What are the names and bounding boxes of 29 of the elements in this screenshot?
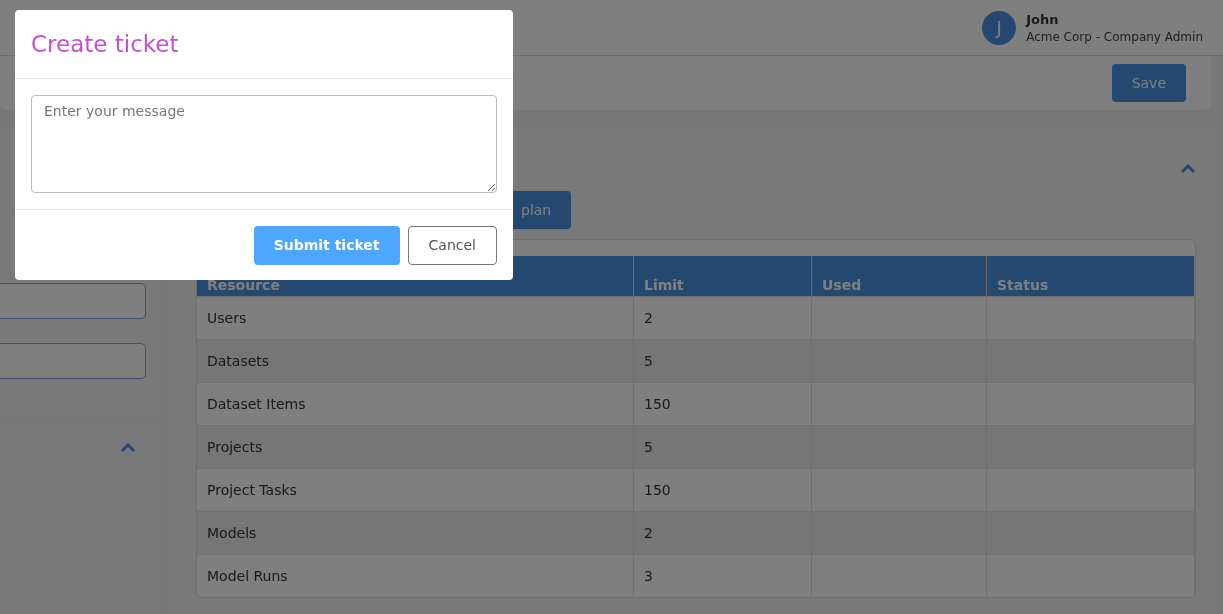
column-header: Limit — [633, 256, 812, 297]
table-cell: Models — [207, 525, 257, 541]
table-cell: 3 — [644, 568, 653, 584]
table-cell: Model Runs — [207, 568, 288, 584]
table-cell: 150 — [644, 482, 671, 498]
table-cell: Dataset Items — [207, 396, 306, 412]
submit-button[interactable]: Submit ticket — [253, 225, 400, 265]
table-cell: Projects — [207, 439, 263, 455]
table-cell: Datasets — [207, 353, 270, 369]
table-cell: 150 — [644, 396, 671, 412]
table-cell: 2 — [644, 525, 653, 541]
avatar[interactable]: J — [982, 10, 1017, 45]
message-field[interactable]: Enter your message — [31, 95, 497, 193]
user-name: John — [1026, 11, 1060, 27]
column-header: Status — [986, 256, 1195, 297]
save-button[interactable]: Save — [1111, 64, 1186, 102]
chevron-up-icon[interactable] — [1180, 164, 1196, 174]
user-role: Acme Corp - Company Admin — [1026, 29, 1203, 44]
cancel-button[interactable]: Cancel — [407, 225, 497, 265]
table-cell: 5 — [644, 353, 653, 369]
column-header: Used — [811, 256, 987, 297]
input-field[interactable] — [0, 343, 146, 379]
table-cell: Project Tasks — [207, 482, 297, 498]
chevron-up-icon[interactable] — [120, 443, 136, 453]
table-cell: 5 — [644, 439, 653, 455]
table-cell: Users — [207, 310, 247, 326]
input-field[interactable] — [0, 283, 146, 319]
modal-title: Create ticket — [31, 31, 179, 57]
table-cell: 2 — [644, 310, 653, 326]
